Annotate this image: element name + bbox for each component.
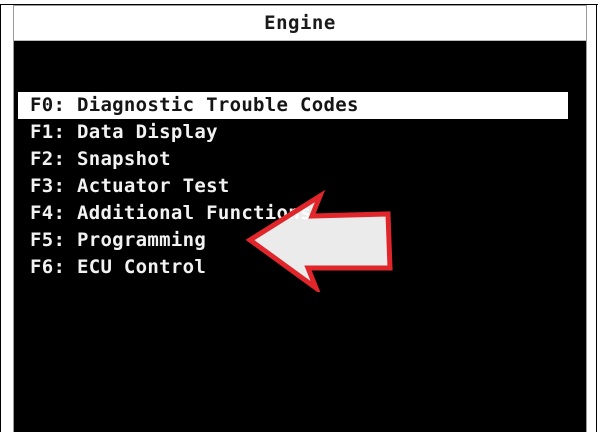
arrow-shape	[245, 190, 393, 292]
menu-item-label: Snapshot	[76, 148, 171, 170]
menu-item-label: Actuator Test	[76, 175, 230, 197]
top-border	[0, 4, 598, 5]
left-pointing-arrow-icon	[245, 190, 393, 292]
menu-item-diagnostic-trouble-codes[interactable]: F0: Diagnostic Trouble Codes	[18, 92, 568, 119]
menu-item-snapshot[interactable]: F2: Snapshot	[14, 146, 586, 173]
right-border	[596, 4, 597, 432]
menu-item-key: F2:	[30, 148, 66, 170]
menu-item-key: F6:	[30, 256, 66, 278]
menu-item-key: F1:	[30, 121, 66, 143]
menu-item-key: F3:	[30, 175, 66, 197]
menu-item-label: Programming	[76, 229, 207, 251]
menu-item-label: Data Display	[76, 121, 218, 143]
menu-item-key: F5:	[30, 229, 66, 251]
menu-item-label: Diagnostic Trouble Codes	[76, 94, 359, 116]
page-frame: Engine F0: Diagnostic Trouble Codes F1: …	[0, 0, 598, 432]
left-border	[0, 4, 1, 432]
menu-item-key: F4:	[30, 202, 66, 224]
screen-title-bar: Engine	[14, 6, 586, 41]
menu-item-label: ECU Control	[76, 256, 207, 278]
screen-title: Engine	[264, 12, 336, 34]
menu-item-data-display[interactable]: F1: Data Display	[14, 119, 586, 146]
menu-item-key: F0:	[30, 94, 66, 116]
